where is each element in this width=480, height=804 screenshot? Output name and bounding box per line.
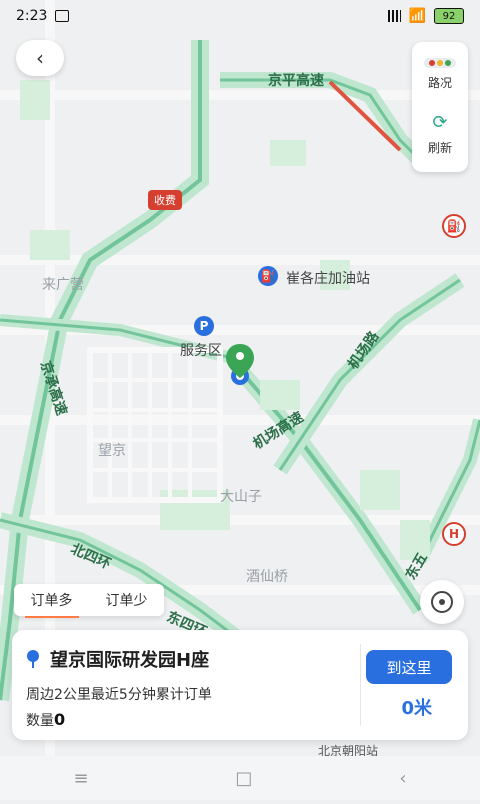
station-icon[interactable]: ⛽ [442,214,466,238]
status-bar: 2:23 📶 92 [0,0,480,32]
traffic-icon [424,58,456,69]
tab-orders-many[interactable]: 订单多 [24,586,79,618]
time: 2:23 [16,8,48,24]
order-summary-line2: 数量 [26,713,54,729]
traffic-label: 路况 [427,76,452,91]
chevron-left-icon: ‹ [36,46,44,70]
back-icon[interactable]: ‹ [399,768,406,789]
order-summary-line1: 周边2公里最近5分钟累计订单 [26,687,212,703]
signal-icon [384,10,401,22]
order-density-tabs: 订单多 订单少 [14,584,164,618]
gas-station-icon[interactable]: ⛽ [258,266,278,286]
notification-icon [55,10,70,22]
service-area-icon[interactable]: P [194,316,214,336]
label-laiguangying: 来广营 [42,277,84,293]
home-icon[interactable]: □ [235,768,252,789]
traffic-toggle[interactable]: 路况 [424,58,456,91]
location-pin-icon [26,650,40,668]
order-count: 0 [54,710,66,729]
tab-orders-few[interactable]: 订单少 [100,586,154,614]
battery-icon: 92 [434,8,464,24]
toll-label: 收费 [148,190,182,210]
refresh-button[interactable]: ⟳ 刷新 [428,112,452,156]
label-service-area: 服务区 [180,343,222,359]
menu-icon[interactable]: ≡ [73,768,88,789]
location-title: 望京国际研发园H座 [50,650,210,671]
label-jiuxianqiao: 酒仙桥 [246,569,288,585]
go-here-button[interactable]: 到这里 [366,650,452,684]
card-divider [360,644,361,726]
label-wangjing: 望京 [98,443,126,459]
refresh-icon: ⟳ [432,111,448,133]
system-nav-bar: ≡ □ ‹ [0,756,480,800]
wifi-icon: 📶 [408,8,426,24]
label-jingping-highway: 京平高速 [268,73,324,89]
refresh-label: 刷新 [427,140,452,155]
locate-icon [431,591,453,613]
locate-button[interactable] [420,580,464,624]
label-gas-station: 崔各庄加油站 [286,271,370,287]
map-side-panel: 路况 ⟳ 刷新 [412,42,468,172]
distance-value: 0米 [401,698,432,719]
back-button[interactable]: ‹ [16,40,64,76]
label-dashanzi: 大山子 [220,489,262,505]
hospital-icon[interactable]: H [442,522,466,546]
location-info-card: 望京国际研发园H座 周边2公里最近5分钟累计订单 数量0 到这里 0米 [12,630,468,740]
